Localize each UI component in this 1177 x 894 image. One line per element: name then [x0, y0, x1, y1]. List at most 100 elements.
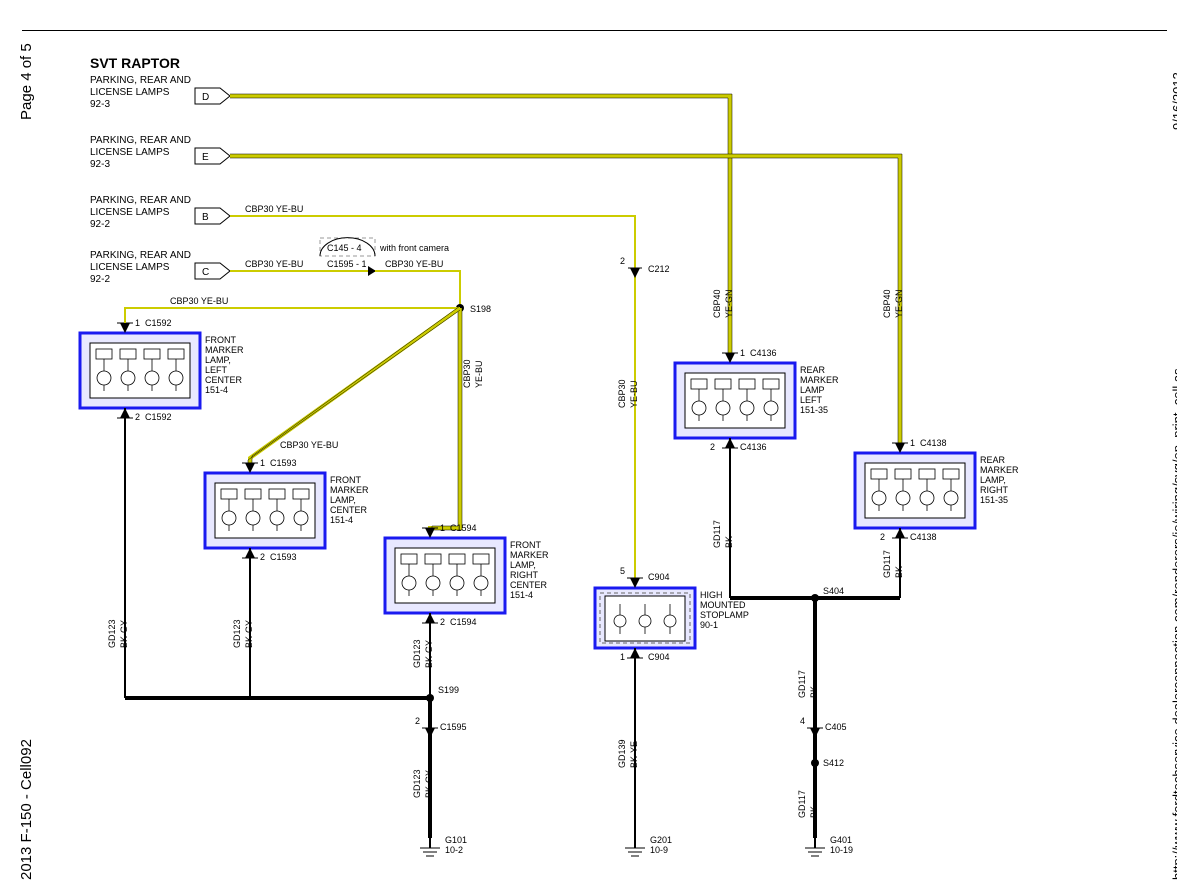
svg-text:10-19: 10-19 — [830, 845, 853, 855]
svg-text:5: 5 — [620, 566, 625, 576]
svg-text:BK: BK — [724, 536, 734, 548]
svg-text:S404: S404 — [823, 586, 844, 596]
svg-text:RIGHT: RIGHT — [980, 485, 1009, 495]
svg-text:C4138: C4138 — [920, 438, 947, 448]
svg-text:E: E — [202, 152, 209, 163]
svg-text:GD139: GD139 — [617, 739, 627, 768]
svg-text:YE-BU: YE-BU — [629, 380, 639, 408]
svg-text:1: 1 — [740, 348, 745, 358]
svg-text:92-2: 92-2 — [90, 219, 110, 230]
ground-hmsl: GD139 BK-YE G201 10-9 — [617, 648, 672, 856]
svg-text:151-35: 151-35 — [800, 405, 828, 415]
svg-text:LAMP,: LAMP, — [510, 560, 536, 570]
svg-text:LEFT: LEFT — [205, 365, 228, 375]
svg-text:STOPLAMP: STOPLAMP — [700, 610, 749, 620]
svg-text:CBP30 YE-BU: CBP30 YE-BU — [170, 296, 228, 306]
svg-text:C: C — [202, 267, 209, 278]
ref-b: PARKING, REAR AND LICENSE LAMPS 92-2 B — [90, 195, 230, 230]
svg-text:LICENSE LAMPS: LICENSE LAMPS — [90, 87, 170, 98]
svg-text:GD123: GD123 — [107, 619, 117, 648]
svg-text:C4136: C4136 — [750, 348, 777, 358]
rear-wire-labels: CBP40 YE-GN CBP40 YE-GN — [712, 289, 904, 318]
svg-text:YE-GN: YE-GN — [724, 289, 734, 318]
svg-text:S198: S198 — [470, 304, 491, 314]
svg-text:BK: BK — [809, 686, 819, 698]
svg-text:C1594: C1594 — [450, 617, 477, 627]
svg-text:90-1: 90-1 — [700, 620, 718, 630]
svg-text:LAMP: LAMP — [800, 385, 825, 395]
svg-text:C4136: C4136 — [740, 442, 767, 452]
svg-text:C1595: C1595 — [440, 722, 467, 732]
svg-text:MARKER: MARKER — [800, 375, 839, 385]
svg-text:BK-GY: BK-GY — [424, 640, 434, 668]
svg-text:GD123: GD123 — [412, 639, 422, 668]
svg-text:2: 2 — [415, 716, 420, 726]
svg-text:LAMP,: LAMP, — [330, 495, 356, 505]
svg-text:B: B — [202, 212, 209, 223]
svg-text:92-3: 92-3 — [90, 99, 110, 110]
wire-s198-to-fm-center: CBP30 YE-BU — [248, 306, 460, 468]
svg-text:HIGH: HIGH — [700, 590, 723, 600]
svg-text:PARKING, REAR AND: PARKING, REAR AND — [90, 135, 191, 146]
svg-text:4: 4 — [800, 716, 805, 726]
svg-text:S199: S199 — [438, 685, 459, 695]
svg-text:151-4: 151-4 — [510, 590, 533, 600]
svg-text:MARKER: MARKER — [980, 465, 1019, 475]
svg-text:FRONT: FRONT — [205, 335, 236, 345]
svg-text:FRONT: FRONT — [330, 475, 361, 485]
wiring-diagram-page: 2013 F-150 - Cell092 Page 4 of 5 http://… — [0, 0, 1177, 894]
svg-text:PARKING, REAR AND: PARKING, REAR AND — [90, 250, 191, 261]
svg-text:MARKER: MARKER — [330, 485, 369, 495]
svg-text:CENTER: CENTER — [330, 505, 368, 515]
wire-s198-to-fm-right: CBP30 YE-BU — [428, 308, 484, 533]
svg-text:CENTER: CENTER — [205, 375, 243, 385]
svg-text:1: 1 — [260, 458, 265, 468]
svg-text:CENTER: CENTER — [510, 580, 548, 590]
svg-text:BK-YE: BK-YE — [629, 741, 639, 768]
svg-text:MARKER: MARKER — [510, 550, 549, 560]
svg-text:C904: C904 — [648, 652, 670, 662]
svg-text:GD117: GD117 — [882, 550, 892, 578]
svg-text:C1593: C1593 — [270, 552, 297, 562]
svg-text:1: 1 — [440, 523, 445, 533]
svg-text:2: 2 — [620, 256, 625, 266]
front-marker-right-center: FRONT MARKER LAMP, RIGHT CENTER 151-4 1 … — [385, 523, 549, 627]
svg-text:2: 2 — [260, 552, 265, 562]
svg-text:2: 2 — [880, 532, 885, 542]
svg-text:92-3: 92-3 — [90, 159, 110, 170]
svg-text:PARKING, REAR AND: PARKING, REAR AND — [90, 195, 191, 206]
svg-text:BK: BK — [809, 806, 819, 818]
wiring-diagram-svg: SVT RAPTOR PARKING, REAR AND LICENSE LAM… — [20, 28, 1155, 888]
svg-text:C1592: C1592 — [145, 318, 172, 328]
svg-text:2: 2 — [710, 442, 715, 452]
svg-text:BK-GY: BK-GY — [119, 620, 129, 648]
svg-text:CBP30 YE-BU: CBP30 YE-BU — [245, 259, 303, 269]
svg-text:1: 1 — [910, 438, 915, 448]
svg-text:CBP40: CBP40 — [882, 289, 892, 318]
footer-date: 9/16/2013 — [1170, 72, 1177, 130]
svg-text:10-2: 10-2 — [445, 845, 463, 855]
svg-text:G201: G201 — [650, 835, 672, 845]
svg-text:LAMP,: LAMP, — [205, 355, 231, 365]
svg-text:CBP30: CBP30 — [617, 379, 627, 408]
svg-text:BK-GY: BK-GY — [244, 620, 254, 648]
svg-text:YE-GN: YE-GN — [894, 289, 904, 318]
svg-text:GD123: GD123 — [232, 619, 242, 648]
svg-text:1: 1 — [135, 318, 140, 328]
svg-text:10-9: 10-9 — [650, 845, 668, 855]
svg-text:BK-GY: BK-GY — [424, 770, 434, 798]
svg-text:C4138: C4138 — [910, 532, 937, 542]
svg-text:CBP30 YE-BU: CBP30 YE-BU — [385, 259, 443, 269]
rear-marker-left: REAR MARKER LAMP LEFT 151-35 1 C4136 2 C… — [675, 348, 839, 452]
svg-text:LICENSE LAMPS: LICENSE LAMPS — [90, 262, 170, 273]
c212: 2 C212 CBP30 YE-BU — [617, 256, 670, 408]
svg-text:BK: BK — [894, 566, 904, 578]
svg-text:C1595 - 1: C1595 - 1 — [327, 259, 367, 269]
svg-text:PARKING, REAR AND: PARKING, REAR AND — [90, 75, 191, 86]
diagram-title: SVT RAPTOR — [90, 55, 180, 71]
svg-text:GD117: GD117 — [797, 670, 807, 698]
svg-text:C1594: C1594 — [450, 523, 477, 533]
svg-text:151-35: 151-35 — [980, 495, 1008, 505]
rear-marker-right: REAR MARKER LAMP, RIGHT 151-35 1 C4138 2… — [855, 438, 1019, 542]
svg-text:MARKER: MARKER — [205, 345, 244, 355]
